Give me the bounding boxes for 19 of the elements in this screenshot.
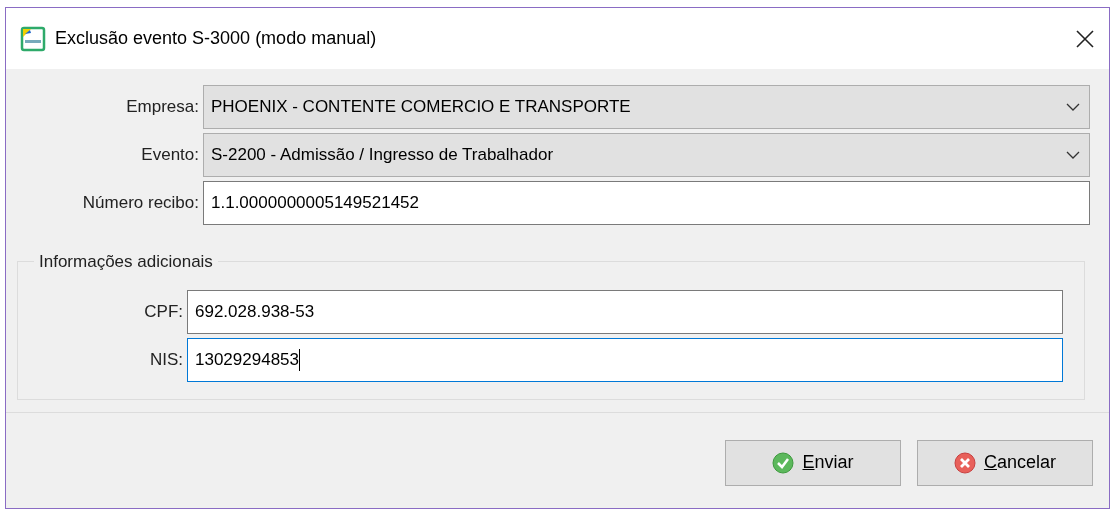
text-field[interactable]: 13029294853 [187, 338, 1063, 382]
app-icon [19, 24, 47, 53]
send-button[interactable]: Enviar [725, 439, 901, 486]
check-icon [772, 451, 795, 474]
field-label: NIS: [148, 349, 184, 372]
cancel-icon [953, 451, 976, 474]
window-title: Exclusão evento S-3000 (modo manual) [55, 27, 377, 50]
field-label: CPF: [143, 301, 184, 324]
dropdown[interactable]: S-2200 - Admissão / Ingresso de Trabalhador [203, 133, 1090, 177]
text-field[interactable]: 692.028.938-53 [187, 290, 1063, 334]
cancel-button[interactable]: Cancelar [917, 439, 1093, 486]
field-label: Evento: [140, 144, 200, 167]
close-icon[interactable] [1075, 28, 1095, 49]
field-label: Número recibo: [81, 192, 200, 215]
dropdown[interactable]: PHOENIX - CONTENTE COMERCIO E TRANSPORTE [203, 85, 1090, 129]
chevron-down-icon [1066, 103, 1080, 111]
text-field[interactable]: 1.1.0000000005149521452 [203, 181, 1090, 225]
field-label: Empresa: [125, 96, 200, 119]
chevron-down-icon [1066, 151, 1080, 159]
